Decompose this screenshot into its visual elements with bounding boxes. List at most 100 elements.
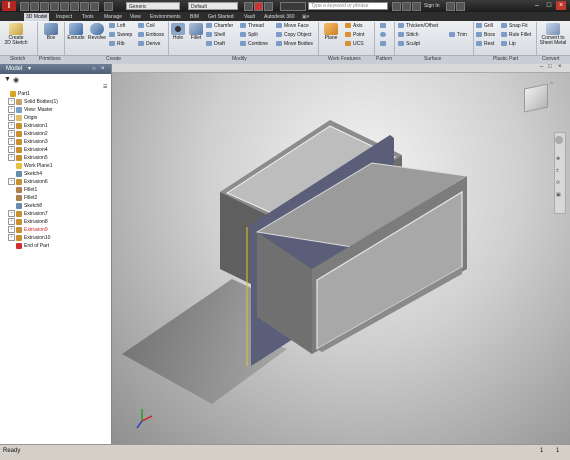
loft-button[interactable]: Loft (109, 23, 125, 30)
snap-fit-button[interactable]: Snap Fit (501, 23, 528, 30)
tab-bim[interactable]: BIM (188, 13, 201, 21)
appearance-combo[interactable]: Default (188, 2, 238, 10)
rib-button[interactable]: Rib (109, 41, 125, 48)
orbit-icon[interactable]: ⟳ (556, 180, 560, 186)
sweep-button[interactable]: Sweep (109, 32, 132, 39)
expand-toggle-icon[interactable]: + (8, 234, 15, 242)
tree-item[interactable]: End of Part (8, 242, 49, 250)
plane-button[interactable]: Plane (321, 23, 341, 41)
boss-button[interactable]: Boss (476, 32, 495, 39)
open-icon[interactable] (30, 2, 39, 11)
expand-toggle-icon[interactable]: + (8, 178, 15, 186)
minimize-button[interactable]: – (532, 1, 542, 10)
search-input[interactable]: Type a keyword or phrase (308, 2, 388, 10)
chamfer-button[interactable]: Chamfer (206, 23, 233, 30)
tree-item[interactable]: + Extrusion1 (8, 122, 48, 130)
copy-object-button[interactable]: Copy Object (276, 32, 312, 39)
binoculars-icon[interactable] (392, 2, 401, 11)
tab-inspect[interactable]: Inspect (54, 13, 74, 21)
browser-search-icon[interactable]: ○ (92, 65, 96, 73)
panel-label-work-features[interactable]: Work Features (328, 56, 361, 62)
box-button[interactable]: Box (42, 23, 60, 41)
combine-button[interactable]: Combine (240, 41, 268, 48)
panel-label-create[interactable]: Create (106, 56, 121, 62)
tree-item[interactable]: + View: Master (8, 106, 53, 114)
tree-item[interactable]: + Extrusion5 (8, 154, 48, 162)
lip-button[interactable]: Lip (501, 41, 516, 48)
tab-autodesk-360[interactable]: Autodesk 360 (262, 13, 297, 21)
browser-title[interactable]: Model (6, 65, 22, 73)
shell-button[interactable]: Shell (206, 32, 225, 39)
tree-item[interactable]: Fillet2 (8, 194, 37, 202)
expand-toggle-icon[interactable]: + (8, 210, 15, 218)
home-icon[interactable] (70, 2, 79, 11)
circular-pattern-button[interactable] (380, 32, 388, 39)
ribbon-options-icon[interactable]: ▣▾ (300, 13, 311, 21)
viewcube-home-icon[interactable]: ⌂ (550, 80, 555, 86)
tree-item[interactable]: + Extrusion8 (8, 218, 48, 226)
expand-toggle-icon[interactable]: + (8, 130, 15, 138)
panel-label-primitives[interactable]: Primitives (39, 56, 61, 62)
panel-label-convert[interactable]: Convert (542, 56, 560, 62)
tree-item[interactable]: Fillet1 (8, 186, 37, 194)
tab-get-started[interactable]: Get Started (206, 13, 236, 21)
move-face-button[interactable]: Move Face (276, 23, 309, 30)
tree-item[interactable]: + Extrusion4 (8, 146, 48, 154)
expand-toggle-icon[interactable]: + (8, 114, 15, 122)
3d-model-view[interactable] (112, 64, 570, 444)
browser-close-icon[interactable]: × (101, 65, 105, 73)
expand-toggle-icon[interactable]: + (8, 218, 15, 226)
tree-item[interactable]: Work Plane1 (8, 162, 53, 170)
create-2d-sketch-button[interactable]: Create 2D Sketch (4, 23, 28, 46)
expand-toggle-icon[interactable]: + (8, 98, 15, 106)
exchange-icon[interactable] (446, 2, 455, 11)
tree-item[interactable]: + Origin (8, 114, 37, 122)
app-logo[interactable]: I (2, 1, 16, 11)
tab-view[interactable]: View (128, 13, 143, 21)
expand-toggle-icon[interactable]: + (8, 122, 15, 130)
tree-item[interactable]: Part1 (2, 90, 30, 98)
tree-item[interactable]: + Extrusion9 (8, 226, 48, 234)
save-icon[interactable] (40, 2, 49, 11)
expand-toggle-icon[interactable]: + (8, 138, 15, 146)
fillet-button[interactable]: Fillet (187, 23, 205, 41)
update-icon[interactable] (90, 2, 99, 11)
viewcube[interactable] (524, 83, 548, 113)
window-restore-icon[interactable]: □ (548, 64, 552, 70)
tree-item[interactable]: Sketch4 (8, 170, 42, 178)
tab-vault[interactable]: Vault (242, 13, 257, 21)
rule-fillet-button[interactable]: Rule Fillet (501, 32, 531, 39)
panel-label-sketch[interactable]: Sketch (10, 56, 25, 62)
steeringwheel-icon[interactable] (555, 136, 563, 144)
mirror-button[interactable] (380, 41, 388, 48)
derive-button[interactable]: Derive (138, 41, 160, 48)
look-at-icon[interactable]: ▣ (556, 192, 561, 198)
trim-button[interactable]: Trim (449, 32, 467, 39)
panel-label-surface[interactable]: Surface (424, 56, 441, 62)
split-button[interactable]: Split (240, 32, 258, 39)
undo-icon[interactable] (50, 2, 59, 11)
tab-environments[interactable]: Environments (148, 13, 183, 21)
expand-toggle-icon[interactable]: + (8, 226, 15, 234)
panel-label-plastic-part[interactable]: Plastic Part (493, 56, 518, 62)
window-minimize-icon[interactable]: – (540, 64, 543, 70)
revolve-button[interactable]: Revolve (87, 23, 107, 41)
tree-item[interactable]: + Extrusion2 (8, 130, 48, 138)
tree-item[interactable]: + Extrusion10 (8, 234, 50, 242)
window-close-icon[interactable]: × (558, 64, 562, 70)
tab-tools[interactable]: Tools (80, 13, 96, 21)
rectangular-pattern-button[interactable] (380, 23, 388, 30)
extrude-button[interactable]: Extrude (66, 23, 86, 41)
axis-button[interactable]: Axis (345, 23, 362, 30)
stitch-button[interactable]: Stitch (398, 32, 419, 39)
adjust-icon[interactable] (254, 2, 263, 11)
browser-dropdown-icon[interactable]: ▾ (28, 65, 31, 73)
new-icon[interactable] (20, 2, 29, 11)
tree-item[interactable]: + Extrusion3 (8, 138, 48, 146)
filter-icon[interactable]: ▼ (4, 76, 11, 83)
tab-manage[interactable]: Manage (102, 13, 124, 21)
convert-to-sheet-metal-button[interactable]: Convert to Sheet Metal (538, 23, 568, 46)
coil-button[interactable]: Coil (138, 23, 155, 30)
panel-label-pattern[interactable]: Pattern (376, 56, 392, 62)
user-icon[interactable] (412, 2, 421, 11)
